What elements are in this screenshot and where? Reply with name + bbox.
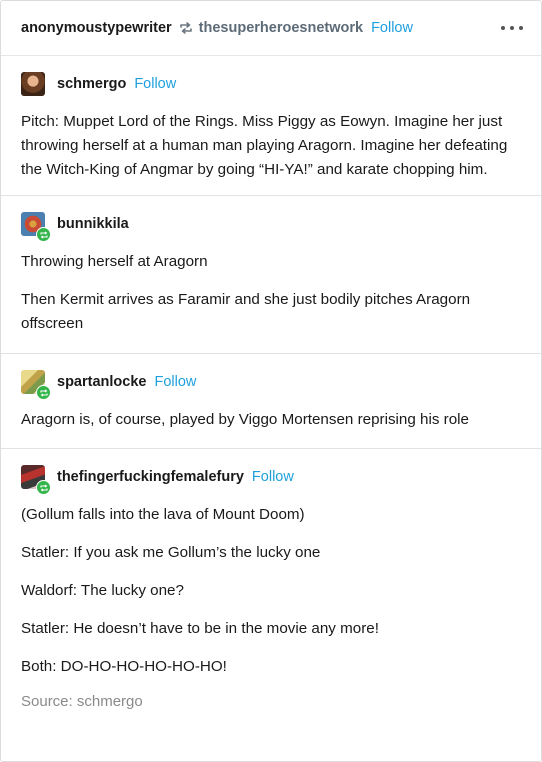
post-paragraph: Statler: If you ask me Gollum’s the luck… — [21, 544, 321, 561]
trail-header: schmergo Follow — [21, 70, 521, 98]
post-paragraph: Throwing herself at Aragorn — [21, 253, 208, 270]
trail-item: thefingerfuckingfemalefury Follow (Gollu… — [1, 449, 541, 722]
reblog-badge-icon — [36, 227, 51, 242]
avatar[interactable] — [21, 72, 45, 96]
trail-header: bunnikkila — [21, 210, 521, 242]
avatar[interactable] — [21, 370, 51, 400]
reblogger-username[interactable]: anonymoustypewriter — [21, 20, 172, 36]
follow-button[interactable]: Follow — [134, 76, 176, 92]
avatar[interactable] — [21, 465, 51, 495]
more-options-icon[interactable] — [501, 19, 523, 37]
post-paragraph: Both: DO-HO-HO-HO-HO-HO! — [21, 658, 227, 675]
post-card: anonymoustypewriter thesuperheroesnetwor… — [0, 0, 542, 762]
post-header: anonymoustypewriter thesuperheroesnetwor… — [1, 1, 541, 56]
post-paragraph: Statler: He doesn’t have to be in the mo… — [21, 620, 379, 637]
trail-header: spartanlocke Follow — [21, 368, 521, 400]
source-link[interactable]: Source: schmergo — [21, 693, 521, 710]
trail-username[interactable]: thefingerfuckingfemalefury — [57, 469, 244, 485]
header-follow-button[interactable]: Follow — [371, 20, 413, 36]
avatar[interactable] — [21, 212, 51, 242]
trail-username[interactable]: schmergo — [57, 76, 126, 92]
trail-username[interactable]: spartanlocke — [57, 374, 146, 390]
post-paragraph: Waldorf: The lucky one? — [21, 582, 184, 599]
reblog-badge-icon — [36, 385, 51, 400]
reblogged-from-username[interactable]: thesuperheroesnetwork — [199, 20, 363, 36]
post-paragraph: Aragorn is, of course, played by Viggo M… — [21, 411, 469, 428]
follow-button[interactable]: Follow — [252, 469, 294, 485]
trail-username[interactable]: bunnikkila — [57, 216, 129, 232]
post-paragraph: Pitch: Muppet Lord of the Rings. Miss Pi… — [21, 113, 508, 178]
follow-button[interactable]: Follow — [154, 374, 196, 390]
reblog-icon — [179, 21, 193, 35]
trail-item: schmergo Follow Pitch: Muppet Lord of th… — [1, 56, 541, 196]
trail-item: spartanlocke Follow Aragorn is, of cours… — [1, 354, 541, 449]
post-paragraph: (Gollum falls into the lava of Mount Doo… — [21, 506, 305, 523]
trail-header: thefingerfuckingfemalefury Follow — [21, 463, 521, 495]
trail-item: bunnikkila Throwing herself at Aragorn T… — [1, 196, 541, 354]
reblog-badge-icon — [36, 480, 51, 495]
post-paragraph: Then Kermit arrives as Faramir and she j… — [21, 291, 471, 332]
